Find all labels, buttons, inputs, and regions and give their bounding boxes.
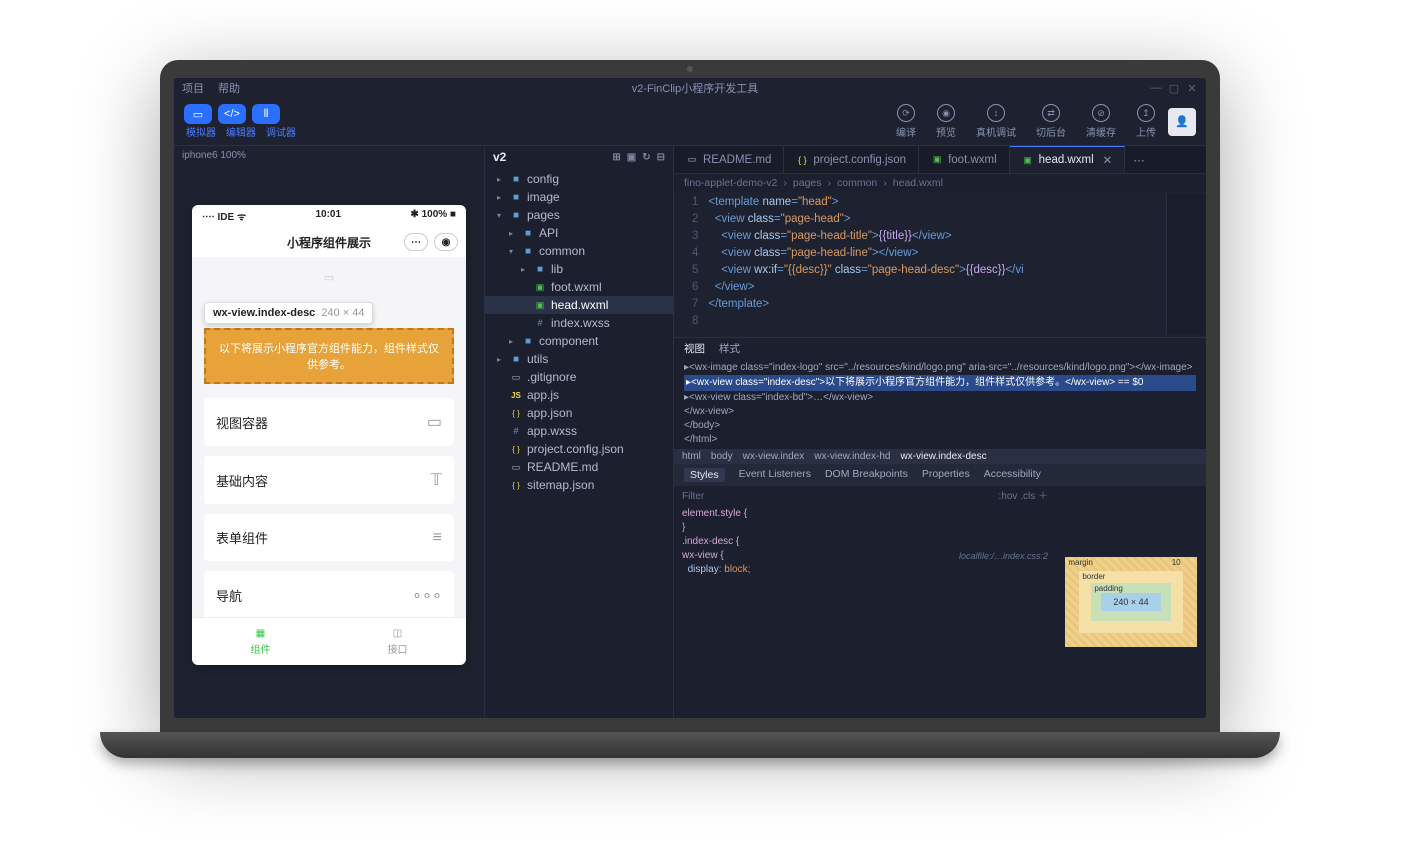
styles-pane[interactable]: Filter :hov .cls ＋ element.style {}.inde… [674,486,1056,718]
tree-node-component[interactable]: ▸■component [485,332,673,350]
subtab-Accessibility[interactable]: Accessibility [984,468,1041,482]
editor-area: ▭README.md{ }project.config.json▣foot.wx… [674,146,1206,718]
tree-node-config[interactable]: ▸■config [485,170,673,188]
camera-dot [687,66,693,72]
devtools-subtabs[interactable]: Styles Event Listeners DOM Breakpoints Prop… [674,464,1206,486]
tree-node-foot.wxml[interactable]: ▣foot.wxml [485,278,673,296]
inspector-tooltip: wx-view.index-desc240 × 44 [204,302,373,324]
menubar: 项目 帮助 v2-FinClip小程序开发工具 —▢✕ [174,78,1206,98]
tree-node-index.wxss[interactable]: #index.wxss [485,314,673,332]
toolbar-action-切后台[interactable]: ⇄切后台 [1036,104,1066,139]
dom-path[interactable]: htmlbodywx-view.indexwx-view.index-hdwx-… [674,449,1206,464]
window-controls[interactable]: —▢✕ [1150,82,1198,95]
toolbar-action-编译[interactable]: ⟳编译 [896,104,916,139]
tree-node-app.json[interactable]: { }app.json [485,404,673,422]
tree-node-utils[interactable]: ▸■utils [485,350,673,368]
tab-README.md[interactable]: ▭README.md [674,146,784,173]
card-视图容器[interactable]: 视图容器▭ [204,398,454,446]
avatar[interactable]: 👤 [1168,108,1196,136]
breadcrumb[interactable]: fino-applet-demo-v2›pages›common›head.wx… [674,174,1206,192]
new-folder-icon: ▣ [627,152,636,163]
pill-editor[interactable]: </> [218,104,246,124]
devtools: 视图 样式 ▸<wx-image class="index-logo" src=… [674,337,1206,718]
styles-filter[interactable]: Filter [682,490,704,504]
tab-project.config.json[interactable]: { }project.config.json [784,146,919,173]
tree-node-app.wxss[interactable]: #app.wxss [485,422,673,440]
highlighted-element[interactable]: 以下将展示小程序官方组件能力，组件样式仅供参考。 [204,328,454,384]
phone-frame: ⋅⋅⋅⋅ IDE ᯤ 10:01 ✱ 100% ■ 小程序组件展示 ⋯ ◉ [192,205,466,665]
subtab-Properties[interactable]: Properties [922,468,970,482]
tree-node-head.wxml[interactable]: ▣head.wxml [485,296,673,314]
card-表单组件[interactable]: 表单组件≡ [204,514,454,561]
devtools-top-tabs[interactable]: 视图 样式 [674,338,1206,359]
toolbar: ▭ </> ⫴ 模拟器 编辑器 调试器 ⟳编译 ◉预览 ↕真机调试 ⇄切后台 ⊘清缓存 ↥… [174,98,1206,145]
minimap[interactable] [1166,194,1206,335]
main-split: iphone6 100% ⋅⋅⋅⋅ IDE ᯤ 10:01 ✱ 100% ■ 小… [174,145,1206,718]
new-file-icon: ⊞ [612,152,620,163]
dom-tree[interactable]: ▸<wx-image class="index-logo" src="../re… [674,359,1206,449]
box-model: margin 10 border padding 240 × 44 [1056,486,1206,718]
phone-tabbar: ▦组件◫接口 [192,617,466,665]
phone-navbar: 小程序组件展示 ⋯ ◉ [192,227,466,257]
app-window: 项目 帮助 v2-FinClip小程序开发工具 —▢✕ ▭ </> ⫴ 模拟器 … [174,78,1206,718]
tabs-more-icon[interactable]: ⋯ [1125,153,1153,167]
file-explorer: v2 ⊞ ▣ ↻ ⊟ ▸■config▸■image▾■pages▸■API▾■com… [484,146,674,718]
tree-node-image[interactable]: ▸■image [485,188,673,206]
phone-body[interactable]: ▭ wx-view.index-desc240 × 44 以下将展示小程序官方组… [192,257,466,617]
tree-node-app.js[interactable]: JSapp.js [485,386,673,404]
tree-node-lib[interactable]: ▸■lib [485,260,673,278]
device-info: iphone6 100% [174,146,484,165]
subtab-Event Listeners[interactable]: Event Listeners [739,468,811,482]
tab-head.wxml[interactable]: ▣head.wxml✕ [1010,146,1126,173]
styles-hov-cls[interactable]: :hov .cls ＋ [999,490,1048,504]
toolbar-action-真机调试[interactable]: ↕真机调试 [976,104,1016,139]
phone-statusbar: ⋅⋅⋅⋅ IDE ᯤ 10:01 ✱ 100% ■ [192,205,466,227]
capsule-close-icon[interactable]: ◉ [434,233,458,251]
subtab-Styles[interactable]: Styles [684,468,725,482]
pill-labels: 模拟器 编辑器 调试器 [186,124,296,139]
explorer-root: v2 [493,150,506,164]
menu-help[interactable]: 帮助 [218,80,240,96]
explorer-actions[interactable]: ⊞ ▣ ↻ ⊟ [612,152,665,163]
laptop-base [100,732,1280,758]
tree-node-project.config.json[interactable]: { }project.config.json [485,440,673,458]
tab-foot.wxml[interactable]: ▣foot.wxml [919,146,1010,173]
laptop-frame: 项目 帮助 v2-FinClip小程序开发工具 —▢✕ ▭ </> ⫴ 模拟器 … [160,60,1220,758]
pill-simulator[interactable]: ▭ [184,104,212,124]
tree-node-pages[interactable]: ▾■pages [485,206,673,224]
code-editor[interactable]: 12345678 <template name="head"> <view cl… [674,192,1206,337]
phone-tab-组件[interactable]: ▦组件 [192,618,329,665]
menu-project[interactable]: 项目 [182,80,204,96]
editor-tabs: ▭README.md{ }project.config.json▣foot.wx… [674,146,1206,174]
close-icon[interactable]: ✕ [1103,153,1113,167]
refresh-icon: ↻ [642,152,650,163]
window-title: v2-FinClip小程序开发工具 [254,80,1136,96]
tree-node-common[interactable]: ▾■common [485,242,673,260]
capsule-more-icon[interactable]: ⋯ [404,233,428,251]
tree-node-.gitignore[interactable]: ▭.gitignore [485,368,673,386]
tree-node-sitemap.json[interactable]: { }sitemap.json [485,476,673,494]
subtab-DOM Breakpoints[interactable]: DOM Breakpoints [825,468,908,482]
card-导航[interactable]: 导航∘∘∘ [204,571,454,617]
card-基础内容[interactable]: 基础内容𝕋 [204,456,454,504]
tree-node-README.md[interactable]: ▭README.md [485,458,673,476]
pill-debugger[interactable]: ⫴ [252,104,280,124]
toolbar-action-清缓存[interactable]: ⊘清缓存 [1086,104,1116,139]
phone-nav-title: 小程序组件展示 [287,234,371,251]
toolbar-action-预览[interactable]: ◉预览 [936,104,956,139]
collapse-icon: ⊟ [657,152,665,163]
simulator-panel: iphone6 100% ⋅⋅⋅⋅ IDE ᯤ 10:01 ✱ 100% ■ 小… [174,146,484,718]
phone-tab-接口[interactable]: ◫接口 [329,618,466,665]
tree-node-API[interactable]: ▸■API [485,224,673,242]
toolbar-action-上传[interactable]: ↥上传 [1136,104,1156,139]
